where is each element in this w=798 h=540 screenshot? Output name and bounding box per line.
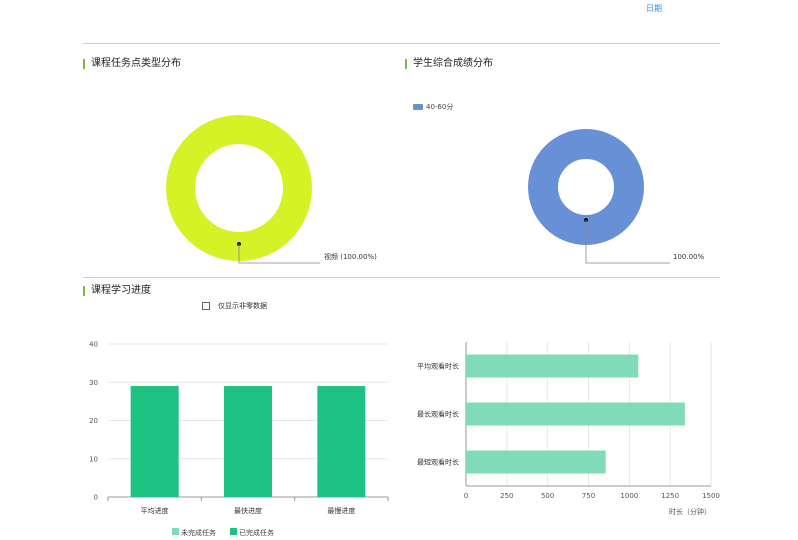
watch-x-axis-label: 时长（分钟） xyxy=(669,507,711,516)
watch-y-tick-label: 最短观看时长 xyxy=(417,458,459,467)
watch-x-tick-label: 250 xyxy=(500,492,513,500)
progress-y-tick-label: 10 xyxy=(89,455,98,463)
progress-x-tick-label: 最快进度 xyxy=(234,506,262,515)
watch-y-tick-label: 平均观看时长 xyxy=(417,362,459,371)
progress-bar-chart: 0 10 20 30 40 平均进度 最快进度 最慢进度未完成任务 已完成任务 xyxy=(89,341,389,537)
progress-legend-swatch[interactable] xyxy=(172,528,179,535)
nonzero-checkbox[interactable] xyxy=(202,302,210,310)
progress-x-tick-label: 最慢进度 xyxy=(327,506,355,515)
progress-legend-swatch[interactable] xyxy=(230,528,237,535)
watch-bar[interactable] xyxy=(466,450,606,474)
watch-y-tick-label: 最长观看时长 xyxy=(417,410,459,419)
progress-bar[interactable] xyxy=(130,386,179,497)
progress-y-tick-label: 0 xyxy=(94,494,98,502)
watch-bar[interactable] xyxy=(466,402,685,426)
progress-y-tick-label: 30 xyxy=(89,379,98,387)
watch-bar[interactable] xyxy=(466,354,639,378)
progress-bar[interactable] xyxy=(317,386,366,497)
watch-x-tick-label: 1000 xyxy=(620,492,638,500)
progress-title: 课程学习进度 xyxy=(83,285,151,297)
score-slice-label: 100.00% xyxy=(673,253,704,261)
task-type-slice[interactable] xyxy=(166,115,312,261)
watch-x-tick-label: 750 xyxy=(582,492,595,500)
watch-time-bar-chart: 0 250 500 750 1000 1250 1500 平均观看时长最长观看时长最短观看时长… xyxy=(417,342,720,516)
middle-divider xyxy=(83,277,720,278)
watch-x-tick-label: 500 xyxy=(541,492,554,500)
progress-legend-label: 未完成任务 xyxy=(181,528,216,537)
watch-x-tick-label: 1250 xyxy=(661,492,679,500)
nonzero-filter-label: 仅显示非零数据 xyxy=(218,302,267,310)
score-slice[interactable] xyxy=(528,129,644,245)
progress-y-tick-label: 40 xyxy=(89,341,98,349)
nonzero-filter[interactable]: 仅显示非零数据 xyxy=(202,301,267,311)
task-type-slice-label: 视频 (100.00%) xyxy=(324,252,377,261)
watch-x-tick-label: 1500 xyxy=(702,492,720,500)
progress-legend-label: 已完成任务 xyxy=(239,528,274,537)
progress-y-tick-label: 20 xyxy=(89,417,98,425)
watch-x-tick-label: 0 xyxy=(464,492,468,500)
progress-x-tick-label: 平均进度 xyxy=(141,506,169,515)
donut-charts: 视频 (100.00%) 100.00% xyxy=(166,115,704,264)
progress-bar[interactable] xyxy=(224,386,272,497)
